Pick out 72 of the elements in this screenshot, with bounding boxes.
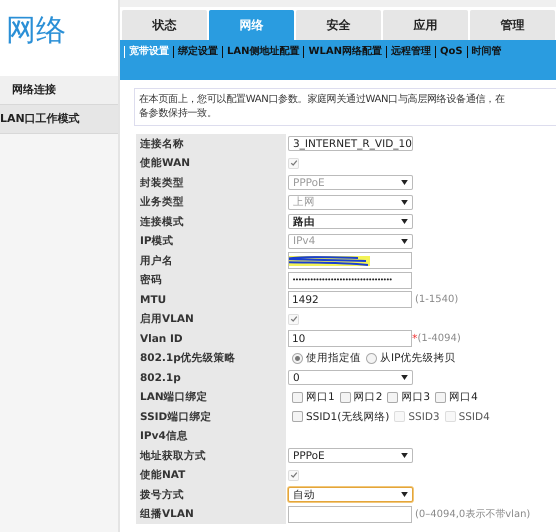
nav-tab[interactable]: 管理 [470, 10, 555, 40]
input-field[interactable]: 10 [288, 330, 412, 348]
nav-tab[interactable]: 安全 [296, 10, 381, 40]
option-label: 网口3 [401, 390, 430, 404]
input-field[interactable] [288, 252, 412, 270]
checkbox[interactable] [292, 411, 303, 422]
subnav-link[interactable]: 时间管 [466, 46, 506, 58]
field-label: 连接名称 [136, 134, 286, 154]
field-label: 使能WAN [136, 154, 286, 173]
option-label: 网口2 [354, 390, 382, 404]
subnav-link[interactable]: QoS [435, 46, 467, 58]
field-label: 组播VLAN [136, 504, 286, 524]
dropdown[interactable]: 路由 [288, 214, 413, 230]
field-label: 802.1p优先级策略 [136, 348, 286, 368]
field-label: SSID端口绑定 [136, 407, 286, 426]
description-text: 在本页面上，您可以配置WAN口参数。家庭网关通过WAN口与高层网络设备通信，在 [139, 93, 506, 107]
field-label: 连接模式 [136, 212, 286, 232]
radio-button[interactable] [366, 352, 377, 364]
field-label: IPv4信息 [136, 426, 286, 446]
field-label: 业务类型 [136, 192, 286, 212]
radio-button[interactable] [292, 352, 303, 364]
field-label: MTU [136, 290, 286, 310]
input-field[interactable] [288, 506, 412, 523]
field-label: 使能NAT [136, 466, 286, 485]
checkbox[interactable] [340, 392, 351, 403]
dropdown[interactable]: 3_INTERNET_R_VID_10 [288, 136, 413, 152]
option-label: SSID1(无线网络) [306, 410, 390, 424]
subnav-link[interactable]: LAN侧地址配置 [222, 46, 304, 58]
caret-icon [401, 219, 408, 224]
option-label: 使用指定值 [306, 351, 361, 366]
checkbox[interactable] [387, 392, 398, 403]
dropdown[interactable]: 0 [288, 370, 413, 386]
dropdown[interactable]: PPPoE [288, 448, 413, 464]
field-label: IP模式 [136, 232, 286, 251]
subnav-link[interactable]: 远程管理 [386, 46, 435, 58]
field-label: Vlan ID [136, 329, 286, 348]
input-field[interactable]: 1492 [288, 291, 412, 308]
description-text: 备参数保持一致。 [139, 107, 218, 121]
option-label: SSID3 [408, 410, 440, 423]
field-label: 密码 [136, 270, 286, 290]
checkbox[interactable] [435, 392, 446, 403]
field-label: 用户名 [136, 251, 286, 270]
caret-icon [401, 238, 408, 244]
subnav-link[interactable]: WLAN网络配置 [303, 46, 386, 58]
option-label: 网口1 [306, 390, 335, 404]
section-title: 网络 [0, 0, 118, 76]
caret-icon [401, 492, 408, 498]
sidebar-item[interactable]: LAN口工作模式 [0, 105, 118, 134]
hint-text: (0–4094,0表示不带vlan) [415, 508, 530, 522]
option-label: 网口4 [449, 390, 478, 404]
sidebar-item[interactable]: 网络连接 [0, 76, 118, 105]
required-mark: * [412, 332, 418, 346]
hint-text: (1-1540) [415, 294, 458, 306]
checkbox[interactable] [292, 392, 303, 403]
field-label: 地址获取方式 [136, 446, 286, 466]
option-label: 从IP优先级拷贝 [380, 351, 456, 366]
caret-icon [401, 200, 408, 205]
option-label: SSID4 [458, 410, 490, 423]
hint-text: (1-4094) [418, 333, 461, 344]
nav-tab[interactable]: 应用 [383, 10, 468, 40]
caret-icon [401, 453, 408, 458]
caret-icon [401, 180, 408, 186]
dropdown[interactable]: 自动 [288, 487, 413, 502]
field-label: 拨号方式 [136, 485, 286, 504]
field-label: 启用VLAN [136, 310, 286, 329]
nav-tab[interactable]: 状态 [122, 10, 207, 40]
caret-icon [401, 375, 408, 380]
field-label: 802.1p [136, 368, 286, 388]
subnav-link[interactable]: 绑定设置 [173, 46, 222, 58]
field-label: LAN端口绑定 [136, 388, 286, 407]
field-label: 封装类型 [136, 173, 286, 192]
radio-dot-icon [295, 356, 300, 361]
